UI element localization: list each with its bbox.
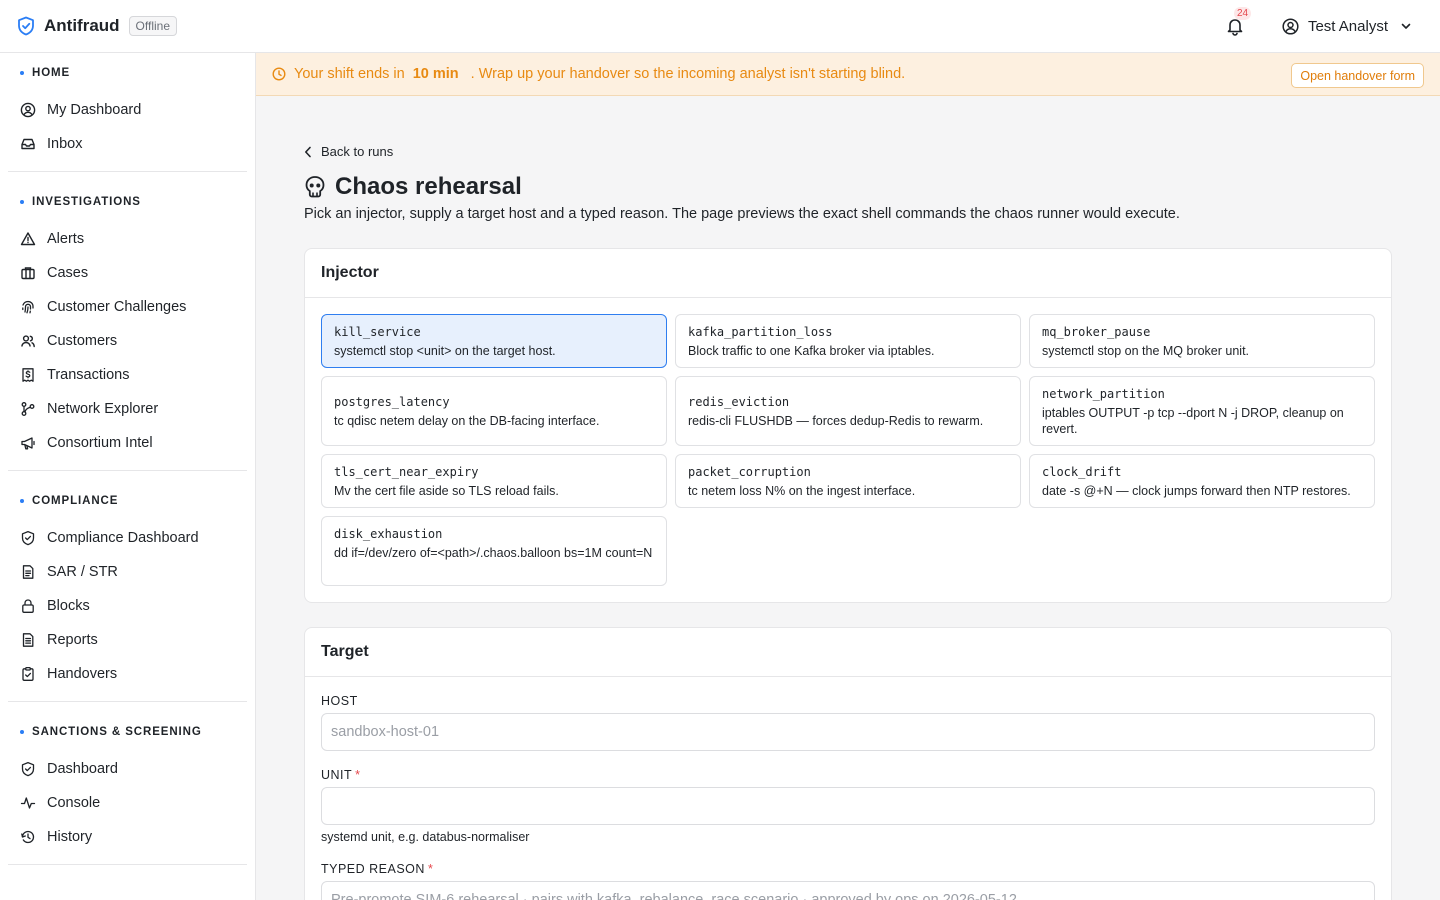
injector-option-mq-broker-pause[interactable]: mq_broker_pause systemctl stop on the MQ… [1029,314,1375,368]
sidebar-section-sanctions: SANCTIONS & SCREENING Dashboard Console … [0,712,255,854]
user-name: Test Analyst [1307,17,1388,35]
sidebar-item-inbox[interactable]: Inbox [8,127,247,161]
sidebar-item-handovers[interactable]: Handovers [8,657,247,691]
injector-option-redis-eviction[interactable]: redis_eviction redis-cli FLUSHDB — force… [675,376,1021,446]
injector-option-clock-drift[interactable]: clock_drift date -s @+N — clock jumps fo… [1029,454,1375,508]
sidebar-section-title: SANCTIONS & SCREENING [8,712,247,752]
open-handover-form-button[interactable]: Open handover form [1291,63,1424,88]
status-badge: Offline [128,16,178,36]
user-circle-icon [1282,17,1299,35]
sidebar-section-title: INVESTIGATIONS [8,182,247,222]
network-icon [20,401,36,417]
shield-logo-icon [17,16,35,36]
sidebar-item-alerts[interactable]: Alerts [8,222,247,256]
injector-option-kill-service[interactable]: kill_service systemctl stop <unit> on th… [321,314,667,368]
target-card: Target HOST sandbox-host-01 UNIT * system… [304,627,1392,900]
sidebar-item-reports[interactable]: Reports [8,623,247,657]
sidebar-item-customers[interactable]: Customers [8,324,247,358]
chevron-left-icon [304,146,312,158]
top-bar: Antifraud Offline 24 Test Analyst [0,0,1440,53]
host-input[interactable]: sandbox-host-01 [321,713,1375,751]
clipboard-check-icon [20,666,36,682]
unit-help-text: systemd unit, e.g. databus-normaliser [321,830,530,844]
banner-suffix: . Wrap up your handover so the incoming … [470,66,906,82]
injector-option-disk-exhaustion[interactable]: disk_exhaustion dd if=/dev/zero of=<path… [321,516,667,586]
sidebar-section-home: HOME My Dashboard Inbox [0,53,255,161]
injector-option-postgres-latency[interactable]: postgres_latency tc qdisc netem delay on… [321,376,667,446]
sidebar-divider [8,701,247,702]
brand[interactable]: Antifraud Offline [17,16,178,36]
sidebar-item-transactions[interactable]: Transactions [8,358,247,392]
users-icon [20,333,36,349]
host-label: HOST [321,694,358,708]
target-card-title: Target [305,628,1391,677]
sidebar-divider [8,171,247,172]
injector-option-tls-cert-near-expiry[interactable]: tls_cert_near_expiry Mv the cert file as… [321,454,667,508]
banner-prefix: Your shift ends in [294,66,405,82]
activity-icon [20,795,36,811]
typed-reason-input[interactable]: Pre-promote SIM-6 rehearsal · pairs with… [321,881,1375,900]
skull-icon [304,175,326,199]
app-name: Antifraud [44,16,120,35]
warning-triangle-icon [20,231,36,247]
banner-time-remaining: 10 min [412,66,459,82]
sidebar-item-network-explorer[interactable]: Network Explorer [8,392,247,426]
injector-option-network-partition[interactable]: network_partition iptables OUTPUT -p tcp… [1029,376,1375,446]
notifications-button[interactable]: 24 [1223,7,1252,38]
user-circle-icon [20,102,36,118]
sidebar-item-sanctions-dashboard[interactable]: Dashboard [8,752,247,786]
back-to-runs-link[interactable]: Back to runs [304,144,393,159]
sidebar-section-title: COMPLIANCE [8,481,247,521]
history-icon [20,829,36,845]
main-content: Back to runs Chaos rehearsal Pick an inj… [304,96,1392,900]
sidebar-item-console[interactable]: Console [8,786,247,820]
page-title: Chaos rehearsal [335,173,522,200]
sidebar-item-compliance-dashboard[interactable]: Compliance Dashboard [8,521,247,555]
briefcase-icon [20,265,36,281]
megaphone-icon [20,435,36,451]
injector-grid: kill_service systemctl stop <unit> on th… [305,298,1391,602]
sidebar-divider [8,864,247,865]
document-icon [20,564,36,580]
sidebar-item-customer-challenges[interactable]: Customer Challenges [8,290,247,324]
sidebar: HOME My Dashboard Inbox INVESTIGATIONS A… [0,53,256,900]
injector-option-kafka-partition-loss[interactable]: kafka_partition_loss Block traffic to on… [675,314,1021,368]
user-menu[interactable]: Test Analyst [1282,18,1412,35]
chevron-down-icon [1400,20,1412,32]
sidebar-item-consortium-intel[interactable]: Consortium Intel [8,426,247,460]
unit-input[interactable] [321,787,1375,825]
sidebar-section-investigations: INVESTIGATIONS Alerts Cases Customer Cha… [0,182,255,460]
sidebar-item-sar-str[interactable]: SAR / STR [8,555,247,589]
sidebar-item-cases[interactable]: Cases [8,256,247,290]
sidebar-divider [8,470,247,471]
target-form: HOST sandbox-host-01 UNIT * systemd unit,… [305,677,1391,900]
receipt-dollar-icon [20,367,36,383]
lock-icon [20,598,36,614]
shift-banner: Your shift ends in 10 min . Wrap up your… [256,53,1440,96]
typed-reason-label: TYPED REASON * [321,862,434,876]
injector-card: Injector kill_service systemctl stop <un… [304,248,1392,603]
sidebar-section-compliance: COMPLIANCE Compliance Dashboard SAR / ST… [0,481,255,691]
fingerprint-icon [20,299,36,315]
page-subtitle: Pick an injector, supply a target host a… [304,206,1180,222]
sidebar-section-title: HOME [8,53,247,93]
report-icon [20,632,36,648]
sidebar-item-my-dashboard[interactable]: My Dashboard [8,93,247,127]
shield-check-icon [20,530,36,546]
clock-icon [272,67,286,81]
injector-option-packet-corruption[interactable]: packet_corruption tc netem loss N% on th… [675,454,1021,508]
injector-card-title: Injector [305,249,1391,298]
sidebar-item-history[interactable]: History [8,820,247,854]
unit-label: UNIT * [321,768,361,782]
shield-check-icon [20,761,36,777]
inbox-icon [20,136,36,152]
sidebar-item-blocks[interactable]: Blocks [8,589,247,623]
notification-count-badge: 24 [1233,7,1252,20]
